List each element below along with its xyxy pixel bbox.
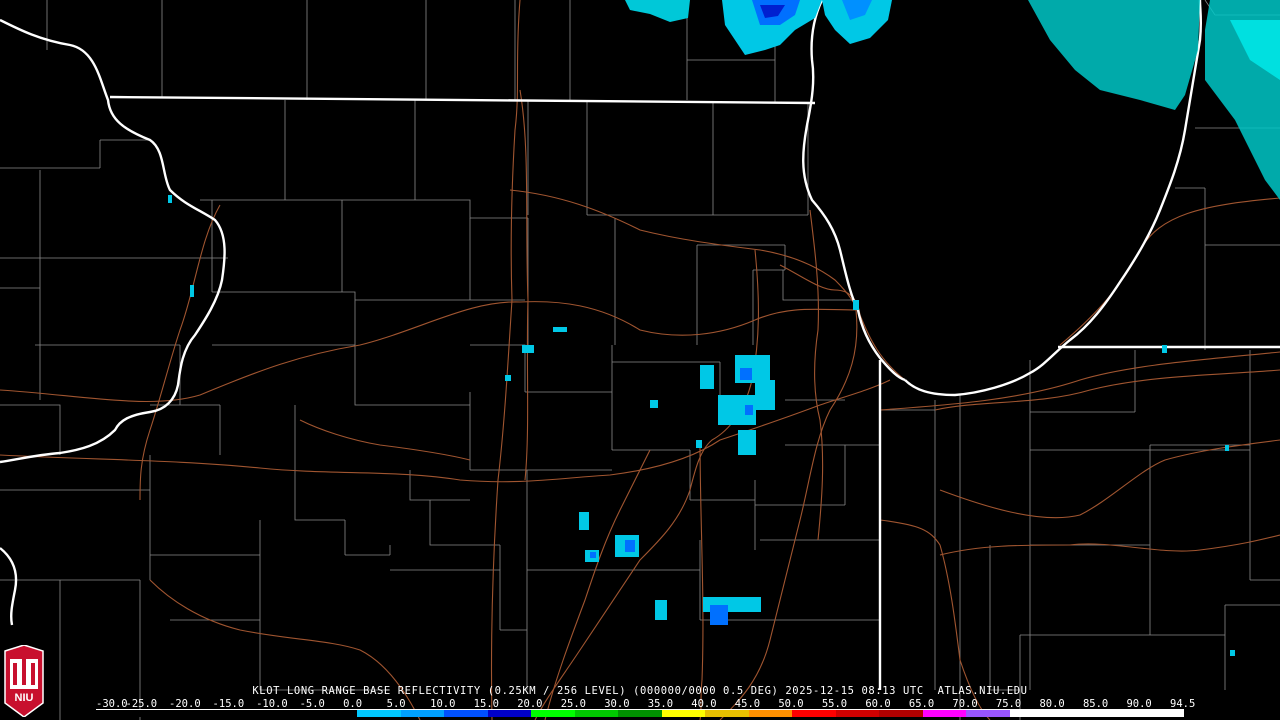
legend-swatch bbox=[313, 710, 358, 717]
legend-swatch bbox=[139, 710, 184, 717]
legend-swatch bbox=[1053, 710, 1097, 717]
legend-swatch bbox=[270, 710, 314, 717]
legend-swatch bbox=[400, 710, 445, 717]
legend-swatch bbox=[748, 710, 793, 717]
legend-swatch bbox=[661, 710, 706, 717]
legend-swatch bbox=[531, 710, 575, 717]
radar-map[interactable] bbox=[0, 0, 1280, 720]
legend-swatch bbox=[879, 710, 923, 717]
legend-swatch bbox=[1140, 710, 1184, 717]
legend-swatch bbox=[966, 710, 1010, 717]
legend-swatch bbox=[226, 710, 271, 717]
legend-swatch bbox=[922, 710, 967, 717]
legend-swatch bbox=[835, 710, 880, 717]
niu-logo: NIU bbox=[4, 645, 44, 717]
legend-swatch bbox=[1096, 710, 1141, 717]
legend-swatch bbox=[96, 710, 140, 717]
legend-swatch bbox=[574, 710, 619, 717]
legend-swatch bbox=[705, 710, 749, 717]
legend-swatch bbox=[357, 710, 401, 717]
legend-swatch bbox=[444, 710, 488, 717]
logo-text: NIU bbox=[15, 692, 34, 704]
legend-swatch bbox=[618, 710, 662, 717]
legend-swatch bbox=[792, 710, 836, 717]
legend-swatch bbox=[487, 710, 532, 717]
product-caption: KLOT LONG RANGE BASE REFLECTIVITY (0.25K… bbox=[252, 685, 1028, 697]
color-scale-legend bbox=[96, 709, 1184, 717]
legend-swatch bbox=[1009, 710, 1054, 717]
legend-swatch bbox=[183, 710, 227, 717]
